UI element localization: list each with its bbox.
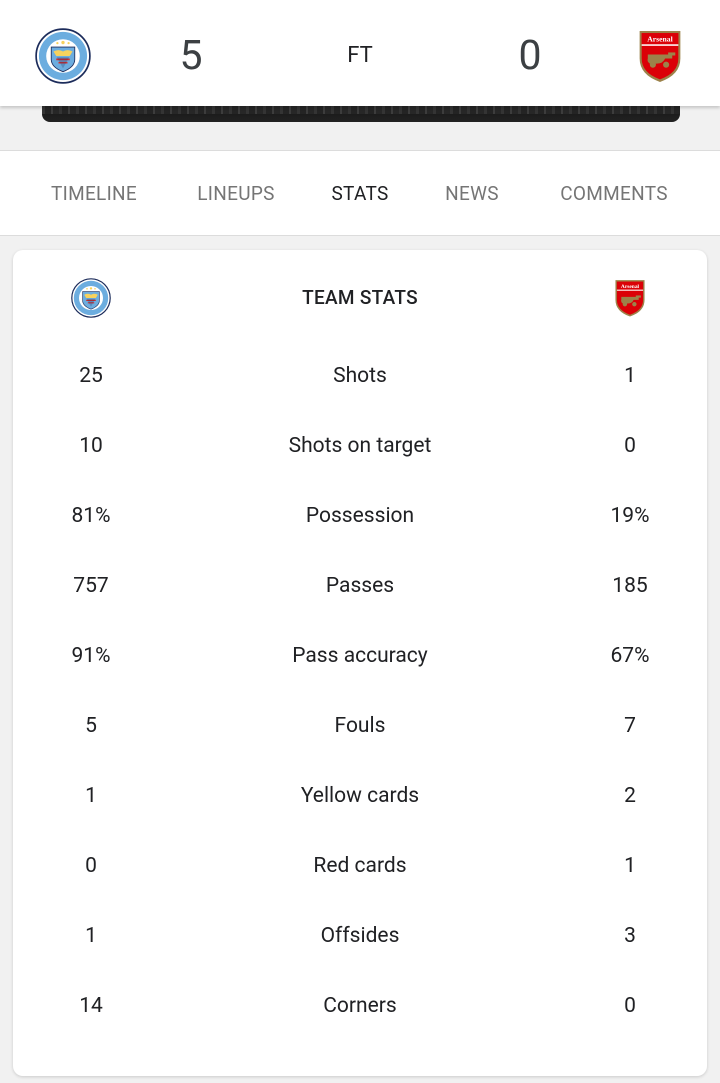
stat-row-passes: 757 Passes 185 [13, 566, 707, 606]
stat-away-value: 0 [624, 994, 636, 1018]
stat-home-value: 91% [71, 644, 111, 668]
tab-timeline[interactable]: TIMELINE [24, 151, 164, 237]
stat-away-value: 1 [624, 364, 636, 388]
home-score: 5 [179, 32, 203, 80]
team-stats-title: TEAM STATS [302, 286, 418, 309]
stat-label: Possession [305, 504, 415, 528]
stat-label: Pass accuracy [292, 644, 428, 668]
stat-away-value: 1 [624, 854, 636, 878]
stat-away-value: 3 [624, 924, 636, 948]
stat-row-shots-on-target: 10 Shots on target 0 [13, 426, 707, 466]
stat-label: Yellow cards [300, 784, 420, 808]
tab-comments[interactable]: COMMENTS [540, 151, 688, 237]
stat-home-value: 25 [79, 364, 103, 388]
tab-stats[interactable]: STATS [310, 151, 410, 237]
team-stats-card: TEAM STATS 25 Shots 1 10 Shots on target… [13, 250, 707, 1076]
stat-away-value: 7 [624, 714, 636, 738]
tab-news[interactable]: NEWS [422, 151, 522, 237]
stat-row-shots: 25 Shots 1 [13, 356, 707, 396]
stat-away-value: 67% [610, 644, 650, 668]
stat-label: Passes [325, 574, 395, 598]
stat-home-value: 5 [85, 714, 97, 738]
manchester-city-crest-icon[interactable] [35, 28, 91, 84]
stat-away-value: 2 [624, 784, 636, 808]
tab-lineups[interactable]: LINEUPS [170, 151, 302, 237]
stat-away-value: 185 [612, 574, 648, 598]
stat-home-value: 1 [85, 924, 97, 948]
stat-home-value: 1 [85, 784, 97, 808]
tab-bar: TIMELINE LINEUPS STATS NEWS COMMENTS [0, 150, 720, 236]
stat-label: Red cards [313, 854, 407, 878]
stat-away-value: 19% [610, 504, 650, 528]
stat-home-value: 81% [71, 504, 111, 528]
arsenal-crest-icon[interactable] [632, 28, 688, 84]
stat-home-value: 0 [85, 854, 97, 878]
team-stats-header: TEAM STATS [13, 272, 707, 328]
stat-label: Shots [333, 364, 387, 388]
match-score-header: 5 FT 0 [0, 0, 720, 106]
stat-away-value: 0 [624, 434, 636, 458]
stat-row-pass-accuracy: 91% Pass accuracy 67% [13, 636, 707, 676]
stat-label: Offsides [320, 924, 400, 948]
away-score: 0 [518, 32, 542, 80]
stat-home-value: 10 [79, 434, 103, 458]
manchester-city-crest-icon [71, 278, 111, 318]
stat-row-fouls: 5 Fouls 7 [13, 706, 707, 746]
match-status: FT [347, 43, 373, 68]
stat-home-value: 14 [79, 994, 103, 1018]
arsenal-crest-icon [610, 278, 650, 318]
stat-row-corners: 14 Corners 0 [13, 986, 707, 1026]
stat-row-offsides: 1 Offsides 3 [13, 916, 707, 956]
stat-label: Fouls [334, 714, 386, 738]
stat-row-possession: 81% Possession 19% [13, 496, 707, 536]
stat-label: Corners [323, 994, 397, 1018]
stat-home-value: 757 [73, 574, 109, 598]
stat-row-yellow-cards: 1 Yellow cards 2 [13, 776, 707, 816]
stat-row-red-cards: 0 Red cards 1 [13, 846, 707, 886]
stat-label: Shots on target [288, 434, 432, 458]
